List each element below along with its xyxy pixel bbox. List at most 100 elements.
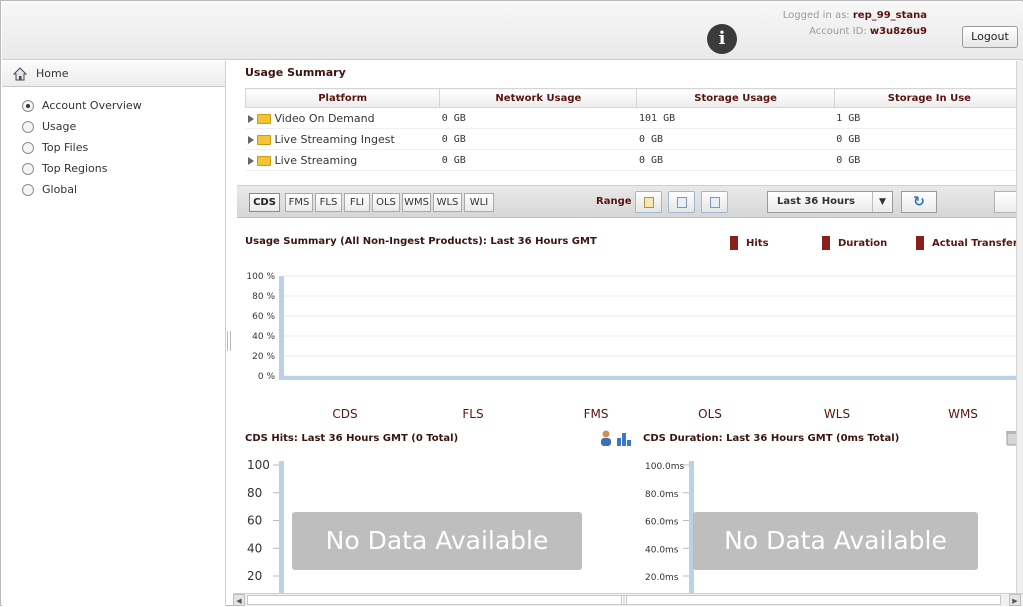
column-header[interactable]: Network Usage xyxy=(439,88,638,108)
legend-hits-label: Hits xyxy=(746,237,769,249)
table-row[interactable]: Video On Demand 0 GB 101 GB 1 GB xyxy=(245,107,1019,129)
y-tick-label: 80 % xyxy=(252,292,275,302)
scroll-thumb[interactable]: ||| xyxy=(247,595,1001,605)
tab-ols[interactable]: OLS xyxy=(372,193,400,212)
y-tick-label: 40 xyxy=(247,541,262,555)
sidebar: Home Account Overview Usage Top Files Top R… xyxy=(2,61,226,606)
scroll-right-arrow[interactable]: ▶ xyxy=(1009,594,1021,606)
calendar-icon[interactable] xyxy=(701,191,728,213)
y-axis-bar xyxy=(279,276,284,376)
summary-chart-title: Usage Summary (All Non-Ingest Products):… xyxy=(245,236,597,247)
calendar-icon[interactable] xyxy=(668,191,695,213)
user-icon[interactable] xyxy=(601,430,611,447)
app-window: i Logged in as: rep_99_stana Account ID:… xyxy=(0,0,1023,606)
table-cell: 0 GB xyxy=(439,107,637,129)
table-cell: 0 GB xyxy=(834,128,1019,150)
bar-chart-icon[interactable] xyxy=(617,433,631,446)
tab-fli[interactable]: FLI xyxy=(344,193,370,212)
splitter-handle[interactable] xyxy=(227,331,231,351)
column-header[interactable]: Platform xyxy=(244,88,441,108)
y-tick-label: 40 % xyxy=(252,332,275,342)
duration-no-data-overlay: No Data Available xyxy=(693,512,978,570)
expand-arrow-icon[interactable] xyxy=(247,114,254,123)
sidebar-item-label: Top Files xyxy=(42,141,89,154)
platform-cell: Live Streaming Ingest xyxy=(245,128,440,150)
radio-button[interactable] xyxy=(22,162,34,175)
x-tick-label: WLS xyxy=(824,407,850,421)
scroll-left-arrow[interactable]: ◀ xyxy=(233,594,245,606)
username: rep_99_stana xyxy=(852,10,927,21)
platform-name: Live Streaming Ingest xyxy=(274,132,395,146)
y-axis-bar xyxy=(279,461,284,595)
tab-fls[interactable]: FLS xyxy=(315,193,342,212)
usage-summary-title: Usage Summary xyxy=(245,66,346,79)
y-tick-label: 0 % xyxy=(258,372,276,382)
x-tick-label: CDS xyxy=(332,407,357,421)
table-cell: 1 GB xyxy=(834,107,1019,129)
column-header[interactable]: Storage Usage xyxy=(636,88,835,108)
tab-fms[interactable]: FMS xyxy=(285,193,313,212)
platform-name: Live Streaming xyxy=(274,153,358,167)
tab-wms[interactable]: WMS xyxy=(402,193,431,212)
platform-cell: Live Streaming xyxy=(245,149,440,171)
summary-chart: 0 % 20 % 40 % 60 % 80 % 100 % CDS FLS FMS OLS WLS W… xyxy=(246,272,1017,421)
expand-arrow-icon[interactable] xyxy=(247,135,254,144)
tab-wli[interactable]: WLI xyxy=(464,193,494,212)
table-cell: 0 GB xyxy=(439,149,637,171)
vertical-scrollbar[interactable] xyxy=(1016,61,1023,595)
sidebar-item-label: Account Overview xyxy=(42,99,142,112)
refresh-icon[interactable]: ↻ xyxy=(901,191,937,213)
sidebar-item-label: Top Regions xyxy=(42,162,108,175)
radio-button[interactable] xyxy=(22,141,34,154)
y-tick-label: 60 xyxy=(247,514,262,528)
x-tick-label: FLS xyxy=(462,407,483,421)
sidebar-item-top-regions[interactable]: Top Regions xyxy=(2,158,225,179)
sidebar-item-usage[interactable]: Usage xyxy=(2,116,225,137)
logout-button[interactable]: Logout xyxy=(962,26,1018,48)
chart-icons xyxy=(601,430,631,447)
info-icon[interactable]: i xyxy=(707,24,737,54)
y-tick-label: 100 % xyxy=(246,272,275,282)
platform-cell: Video On Demand xyxy=(245,107,440,129)
calendar-icon[interactable] xyxy=(635,191,662,213)
top-header: i Logged in as: rep_99_stana Account ID:… xyxy=(2,2,1023,60)
legend-duration-label: Duration xyxy=(838,237,888,249)
table-cell: 0 GB xyxy=(834,149,1019,171)
sidebar-item-account-overview[interactable]: Account Overview xyxy=(2,95,225,116)
y-tick-label: 20 xyxy=(247,569,262,583)
usage-summary-table: Platform Network Usage Storage Usage Storag… xyxy=(244,88,1019,171)
chevron-down-icon: ▼ xyxy=(872,192,892,212)
x-axis-bar xyxy=(279,376,1017,380)
legend-transfer-label: Actual Transfer xyxy=(932,237,1018,249)
sidebar-item-label: Usage xyxy=(42,120,77,133)
radio-button[interactable] xyxy=(22,183,34,196)
table-row[interactable]: Live Streaming 0 GB 0 GB 0 GB xyxy=(245,149,1019,171)
column-header[interactable]: Storage In Use xyxy=(833,88,1019,108)
tab-cds[interactable]: CDS xyxy=(249,193,280,212)
tab-wls[interactable]: WLS xyxy=(433,193,462,212)
hits-chart-title: CDS Hits: Last 36 Hours GMT (0 Total) xyxy=(245,433,459,444)
y-tick-label: 80.0ms xyxy=(645,490,679,500)
expand-arrow-icon[interactable] xyxy=(247,156,254,165)
table-row[interactable]: Live Streaming Ingest 0 GB 0 GB 0 GB xyxy=(245,128,1019,150)
y-tick-label: 80 xyxy=(247,486,262,500)
horizontal-scrollbar[interactable]: ◀ ||| ▶ xyxy=(233,593,1023,606)
x-tick-label: OLS xyxy=(698,407,722,421)
legend-actual-transfer: Actual Transfer xyxy=(916,236,1018,250)
radio-button[interactable] xyxy=(22,120,34,133)
legend-duration: Duration xyxy=(822,236,887,250)
sidebar-home[interactable]: Home xyxy=(2,61,225,87)
range-select[interactable]: Last 36 Hours ▼ xyxy=(767,191,893,213)
radio-button[interactable] xyxy=(22,99,34,112)
sidebar-item-global[interactable]: Global xyxy=(2,179,225,200)
platform-name: Video On Demand xyxy=(274,111,375,125)
duration-chart-title: CDS Duration: Last 36 Hours GMT (0ms Tot… xyxy=(643,433,900,444)
product-toolbar: CDS FMS FLS FLI OLS WMS WLS WLI Range Last 36 H… xyxy=(237,185,1019,218)
sidebar-item-top-files[interactable]: Top Files xyxy=(2,137,225,158)
account-id: w3u8z6u9 xyxy=(869,26,927,37)
table-cell: 101 GB xyxy=(636,107,835,129)
table-cell: 0 GB xyxy=(636,128,835,150)
x-tick-label: FMS xyxy=(584,407,609,421)
logged-in-prefix: Logged in as: xyxy=(782,10,850,21)
y-tick-label: 20.0ms xyxy=(645,573,679,583)
